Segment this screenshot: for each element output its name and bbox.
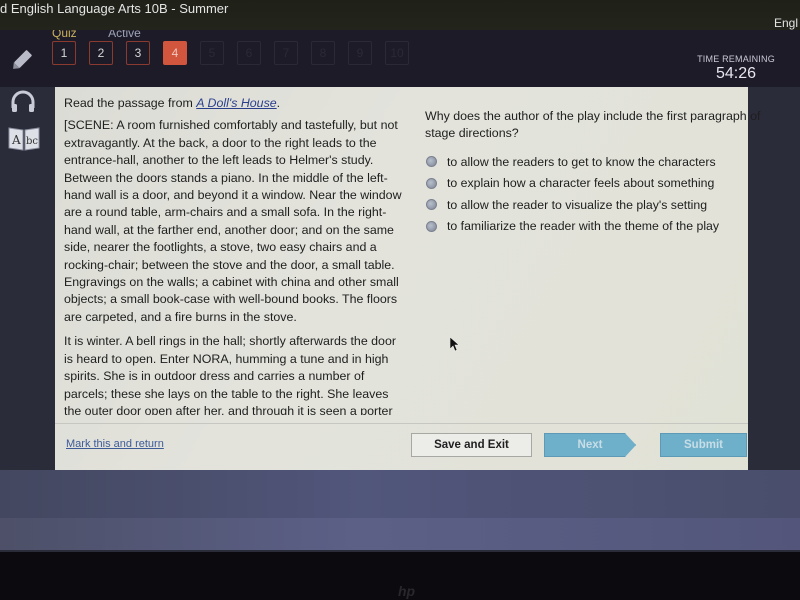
svg-text:A: A [11,133,21,147]
answer-option-3[interactable]: to allow the reader to visualize the pla… [426,194,719,216]
question-navigation: 1 2 3 4 5 6 7 8 9 10 [52,41,409,65]
mouse-cursor-icon [450,337,460,352]
question-button-7: 7 [274,41,298,65]
next-button[interactable]: Next [544,433,636,457]
time-remaining: TIME REMAINING 54:26 [696,54,776,83]
pencil-icon [13,50,32,69]
passage-intro-text: Read the passage from [64,96,197,110]
timer-value: 54:26 [715,65,757,82]
course-subject-label: Engl [773,16,798,30]
answer-options: to allow the readers to get to know the … [426,151,719,237]
question-button-9: 9 [348,41,372,65]
screen-taskbar-area [0,518,800,550]
question-button-6: 6 [237,41,261,65]
question-button-8: 8 [311,41,335,65]
passage-title-link[interactable]: A Doll's House [196,96,276,110]
radio-button[interactable] [426,199,437,211]
passage-intro: Read the passage from A Doll's House. [64,95,407,112]
headphones-icon [11,90,35,112]
tools-sidebar: A bc [0,36,52,156]
radio-button[interactable] [426,177,437,189]
answer-option-4[interactable]: to familiarize the reader with the theme… [426,216,719,238]
reading-passage[interactable]: Read the passage from A Doll's House. [S… [64,95,407,415]
dictionary-abc-icon: A bc [8,127,40,151]
answer-option-label: to explain how a character feels about s… [447,176,715,191]
passage-intro-suffix: . [276,96,281,110]
question-card: Read the passage from A Doll's House. [S… [55,87,760,470]
question-button-3[interactable]: 3 [126,41,150,65]
answer-option-2[interactable]: to explain how a character feels about s… [426,173,719,195]
question-button-4[interactable]: 4 [163,41,187,65]
question-prompt: Why does the author of the play include … [425,109,761,140]
mark-and-return-link[interactable]: Mark this and return [66,438,164,450]
audio-tool-button[interactable] [8,88,38,118]
question-button-5: 5 [200,41,224,65]
radio-button[interactable] [426,220,437,232]
answer-option-1[interactable]: to allow the readers to get to know the … [426,151,719,173]
timer-label: TIME REMAINING [697,54,775,64]
course-title: d English Language Arts 10B - Summer [0,1,229,16]
tab-active[interactable]: Active [108,30,141,40]
answer-option-label: to allow the reader to visualize the pla… [447,197,708,212]
passage-paragraph-1: [SCENE: A room furnished comfortably and… [64,118,402,324]
passage-paragraph-2: It is winter. A bell rings in the hall; … [64,334,396,415]
submit-button[interactable]: Submit [660,433,747,457]
save-and-exit-button[interactable]: Save and Exit [411,433,532,457]
question-button-1[interactable]: 1 [52,41,76,65]
dictionary-tool-button[interactable]: A bc [8,124,40,154]
footer-divider [55,423,748,424]
hp-logo-icon: hp [398,583,416,599]
radio-button[interactable] [426,156,437,168]
window-titlebar: d English Language Arts 10B - Summer Eng… [0,0,800,30]
quiz-header: Quiz Active 1 2 3 4 5 6 7 8 9 10 TIME RE… [0,30,800,87]
answer-option-label: to familiarize the reader with the theme… [447,219,720,234]
tab-quiz[interactable]: Quiz [52,30,77,40]
pencil-tool-button[interactable] [8,44,38,74]
svg-text:bc: bc [26,136,38,147]
question-button-2[interactable]: 2 [89,41,113,65]
answer-option-label: to allow the readers to get to know the … [447,154,716,169]
question-button-10: 10 [385,41,409,65]
